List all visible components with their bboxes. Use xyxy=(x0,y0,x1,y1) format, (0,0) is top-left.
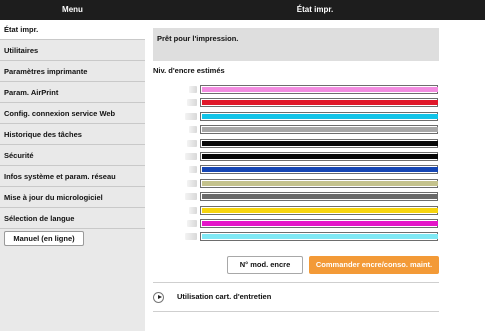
sidebar-item-web-service[interactable]: Config. connexion service Web xyxy=(0,104,145,124)
ink-level-bar xyxy=(200,219,438,228)
ink-level-fill xyxy=(202,167,438,173)
ink-level-bar xyxy=(200,85,438,94)
sidebar-item-system-info[interactable]: Infos système et param. réseau xyxy=(0,167,145,187)
ink-level-bar xyxy=(200,232,438,242)
ink-level-bar xyxy=(200,192,438,202)
ink-cartridge-icon xyxy=(189,86,197,93)
ink-level-fill xyxy=(202,87,438,92)
status-message: Prêt pour l'impression. xyxy=(153,28,439,61)
ink-levels-heading: Niv. d'encre estimés xyxy=(153,66,225,75)
ink-level-fill xyxy=(202,127,438,133)
ink-level-bar xyxy=(200,98,438,108)
ink-level-row xyxy=(145,230,485,243)
sidebar-item-printer-status[interactable]: État impr. xyxy=(0,20,145,40)
ink-level-bar xyxy=(200,111,438,121)
ink-level-bar xyxy=(200,178,438,188)
sidebar-item-firmware-update[interactable]: Mise à jour du micrologiciel xyxy=(0,188,145,208)
ink-level-fill xyxy=(202,113,438,119)
ink-cartridge-icon xyxy=(187,179,197,187)
ink-model-number-button[interactable]: N° mod. encre xyxy=(227,256,303,274)
ink-cartridge-icon xyxy=(185,193,197,201)
ink-level-row xyxy=(145,150,485,163)
ink-level-row xyxy=(145,204,485,217)
ink-level-fill xyxy=(202,154,438,159)
divider xyxy=(153,282,439,283)
ink-level-bar xyxy=(200,125,438,135)
maintenance-cartridge-label: Utilisation cart. d'entretien xyxy=(177,292,272,301)
ink-level-row xyxy=(145,83,485,96)
sidebar-item-language[interactable]: Sélection de langue xyxy=(0,209,145,229)
ink-level-row xyxy=(145,96,485,109)
ink-cartridge-icon xyxy=(189,206,197,214)
top-bar: Menu État impr. xyxy=(0,0,485,20)
ink-cartridge-icon xyxy=(189,166,197,174)
ink-level-fill xyxy=(202,100,438,106)
ink-level-bar xyxy=(200,165,438,175)
ink-cartridge-icon xyxy=(187,220,197,227)
ink-cartridge-icon xyxy=(185,153,197,160)
sidebar-item-utilities[interactable]: Utilitaires xyxy=(0,41,145,61)
ink-level-bar xyxy=(200,205,438,215)
ink-level-fill xyxy=(202,234,438,240)
ink-level-fill xyxy=(202,180,438,186)
ink-level-bar xyxy=(200,138,438,148)
ink-level-fill xyxy=(202,140,438,146)
ink-level-row xyxy=(145,137,485,150)
menu-title: Menu xyxy=(62,5,83,14)
divider xyxy=(153,311,439,312)
ink-level-fill xyxy=(202,221,438,226)
ink-level-row xyxy=(145,110,485,123)
sidebar-item-printer-settings[interactable]: Paramètres imprimante xyxy=(0,62,145,82)
sidebar-item-airprint[interactable]: Param. AirPrint xyxy=(0,83,145,103)
ink-level-row xyxy=(145,190,485,203)
ink-cartridge-icon xyxy=(187,139,197,147)
order-ink-button[interactable]: Commander encre/conso. maint. xyxy=(309,256,439,274)
ink-level-row xyxy=(145,177,485,190)
main-panel: Prêt pour l'impression. Niv. d'encre est… xyxy=(145,20,485,331)
sidebar-item-security[interactable]: Sécurité xyxy=(0,146,145,166)
ink-level-fill xyxy=(202,207,438,213)
ink-cartridge-icon xyxy=(185,112,197,120)
ink-cartridge-icon xyxy=(189,126,197,134)
ink-level-row xyxy=(145,163,485,176)
ink-cartridge-icon xyxy=(185,233,197,241)
sidebar: État impr. Utilitaires Paramètres imprim… xyxy=(0,20,145,331)
maintenance-cartridge-row[interactable]: Utilisation cart. d'entretien xyxy=(153,290,439,306)
ink-level-row xyxy=(145,123,485,136)
manual-online-button[interactable]: Manuel (en ligne) xyxy=(4,231,84,246)
expand-arrow-icon[interactable] xyxy=(153,292,164,303)
ink-level-row xyxy=(145,217,485,230)
ink-level-bar xyxy=(200,152,438,161)
sidebar-item-job-history[interactable]: Historique des tâches xyxy=(0,125,145,145)
page-title: État impr. xyxy=(296,5,334,14)
ink-level-fill xyxy=(202,194,438,200)
ink-cartridge-icon xyxy=(187,99,197,107)
